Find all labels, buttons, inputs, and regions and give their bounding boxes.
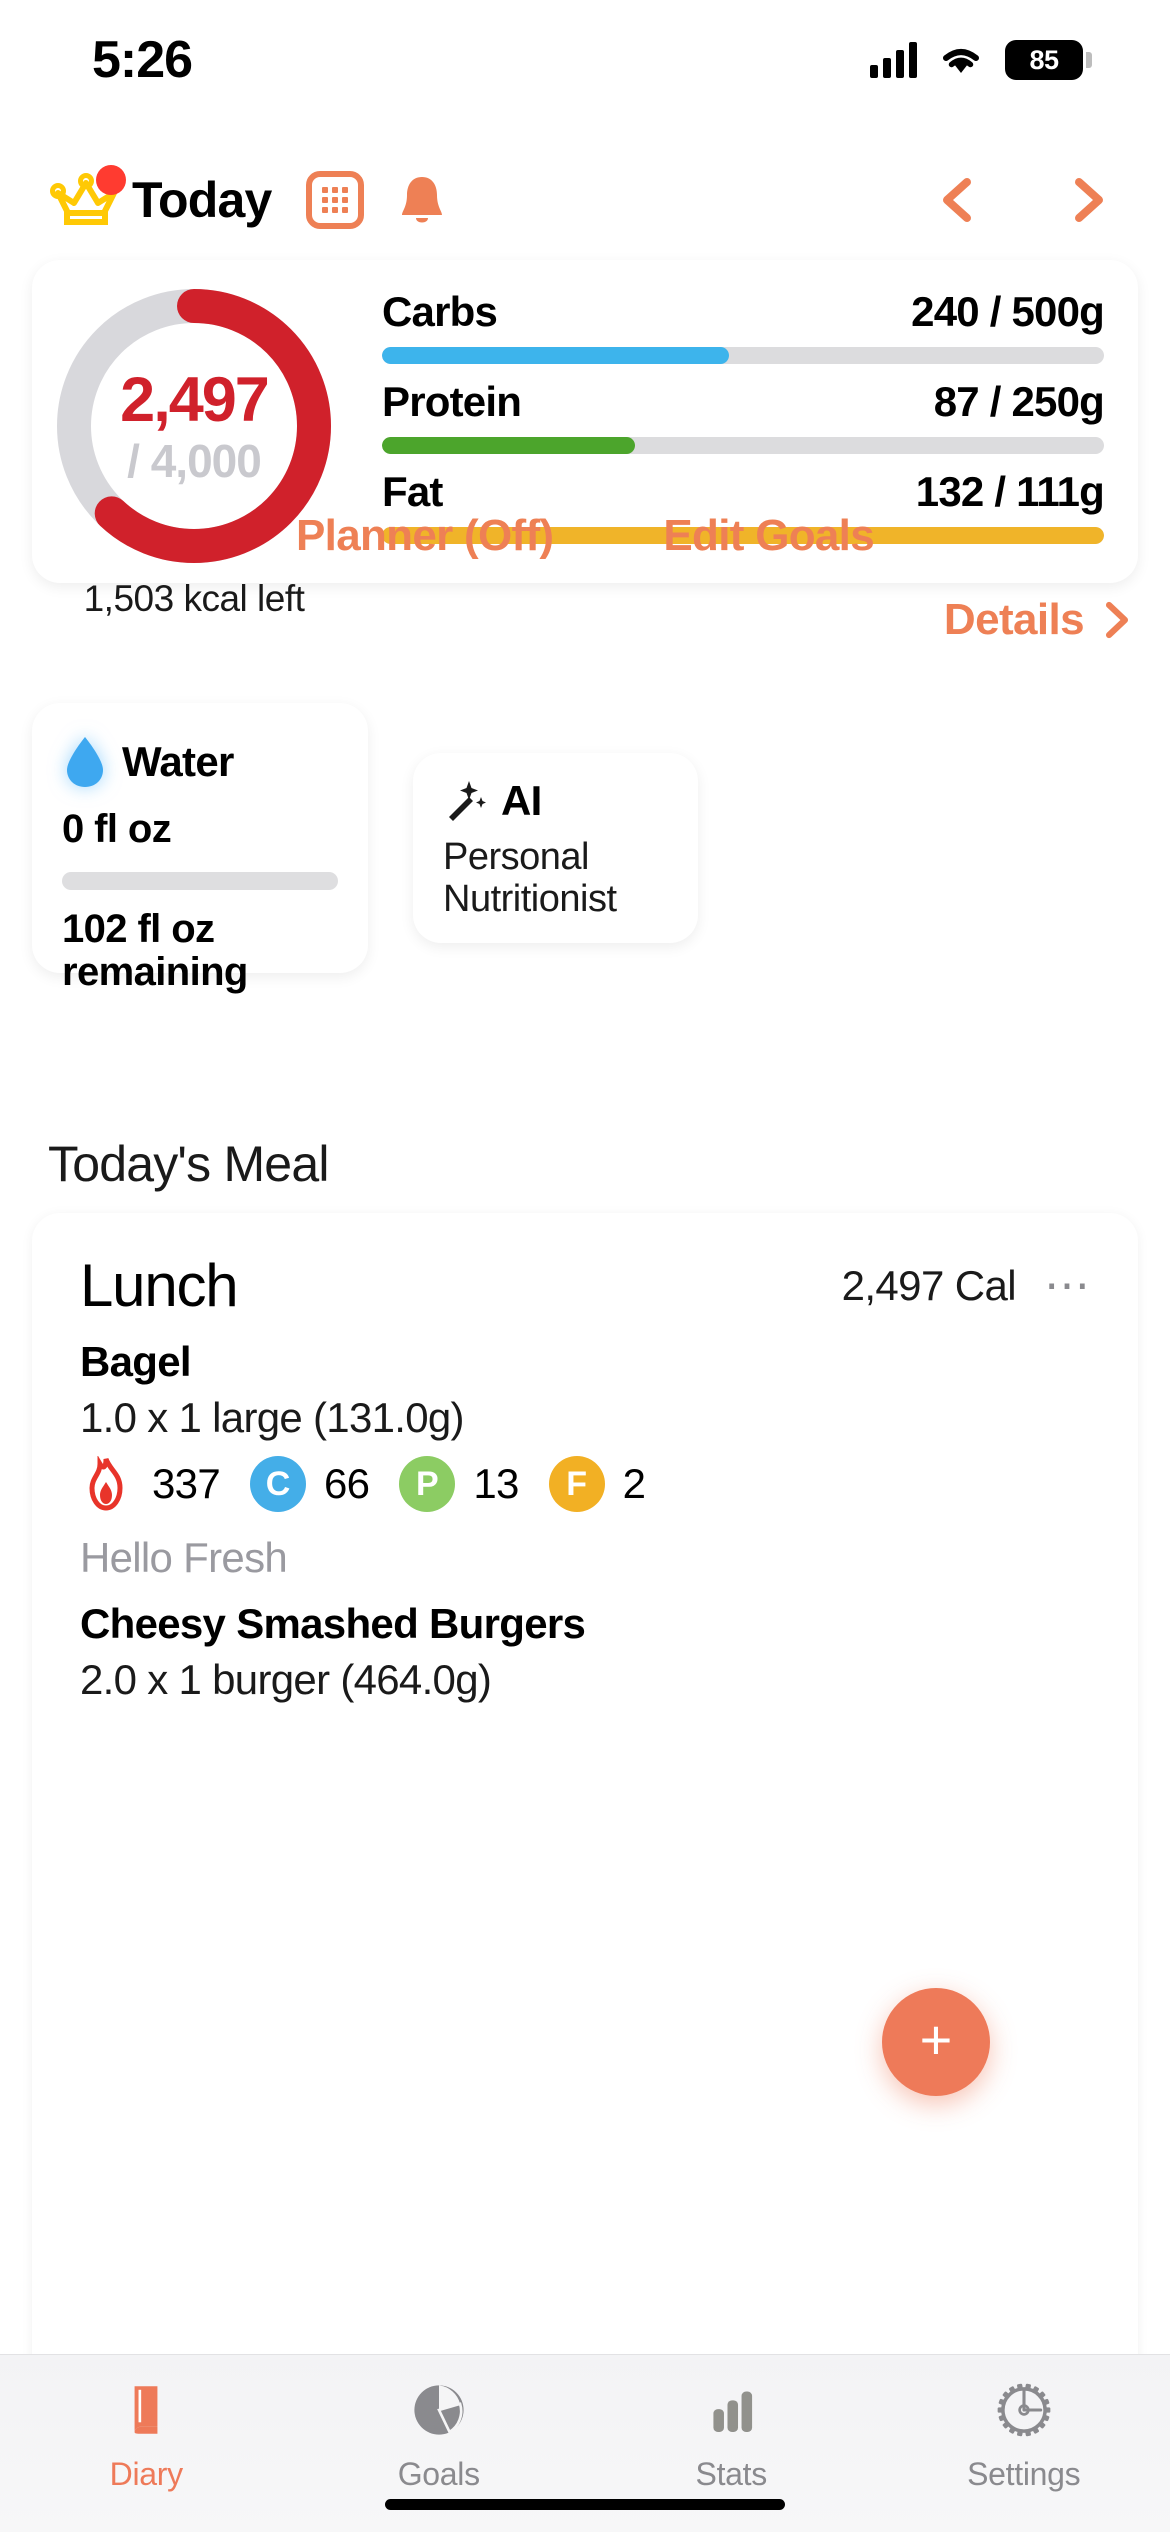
page-title: Today <box>132 172 272 228</box>
ellipsis-icon[interactable]: ⋯ <box>1044 1262 1094 1307</box>
food-macro-row: 337 C 66 P 13 F 2 <box>32 1442 1138 1512</box>
food-name: Cheesy Smashed Burgers <box>80 1600 586 1647</box>
status-bar-time: 5:26 <box>92 31 193 89</box>
food-serving: 1.0 x 1 large (131.0g) <box>80 1394 465 1441</box>
plus-icon: + <box>919 2008 953 2071</box>
battery-level: 85 <box>1029 44 1059 75</box>
tab-label: Stats <box>695 2456 768 2492</box>
chevron-right-icon <box>1075 178 1103 222</box>
macro-goal: / 111g <box>994 468 1104 515</box>
water-drop-icon <box>67 737 103 787</box>
ai-title: AI <box>501 777 542 824</box>
protein-badge: P <box>399 1456 456 1512</box>
ai-subtitle: Personal Nutritionist <box>443 836 617 920</box>
water-remaining: 102 fl oz remaining <box>62 907 248 995</box>
macro-value: 132 <box>915 468 984 515</box>
summary-actions: Planner (Off) Edit Goals <box>32 511 1138 561</box>
bell-icon[interactable] <box>394 171 450 229</box>
chevron-left-icon <box>943 178 971 222</box>
details-label: Details <box>943 595 1085 644</box>
sparkle-wand-icon <box>449 781 486 821</box>
tab-diary[interactable]: Diary <box>0 2355 293 2532</box>
app-screen: 5:26 85 Today 2,497 / 4,000 1,503 kcal l… <box>0 0 1170 2532</box>
planner-button[interactable]: Planner (Off) <box>296 511 554 561</box>
tab-label: Settings <box>967 2456 1081 2492</box>
premium-crown-button[interactable] <box>48 165 126 231</box>
flame-icon <box>89 1456 123 1511</box>
tab-settings[interactable]: Settings <box>878 2355 1170 2532</box>
nav-bar: Today <box>0 155 1170 245</box>
wifi-icon <box>939 43 983 77</box>
home-indicator <box>385 2499 785 2510</box>
calendar-icon[interactable] <box>305 171 364 229</box>
bar-chart-icon <box>698 2377 764 2443</box>
tab-label: Goals <box>397 2456 480 2492</box>
tab-label: Diary <box>109 2456 183 2492</box>
macro-row-protein: Protein 87 / 250g <box>382 378 1105 454</box>
cellular-signal-icon <box>870 42 917 78</box>
meal-card: Lunch 2,497 Cal ⋯ Bagel 1.0 x 1 large (1… <box>32 1213 1138 2393</box>
water-title: Water <box>122 738 234 785</box>
details-button[interactable]: Details <box>944 595 1132 645</box>
food-carbs: 66 <box>323 1460 370 1507</box>
gear-icon <box>991 2377 1057 2443</box>
notification-dot <box>96 165 126 195</box>
todays-meal-heading: Today's Meal <box>48 1136 329 1192</box>
meal-calories: 2,497 Cal <box>841 1261 1017 1309</box>
battery-icon: 85 <box>1005 40 1092 80</box>
food-fat: 2 <box>622 1460 646 1507</box>
macro-goal: / 250g <box>989 378 1105 425</box>
macro-label: Carbs <box>382 288 498 335</box>
water-amount: 0 fl oz <box>62 807 172 851</box>
next-day-button[interactable] <box>1062 175 1112 225</box>
macro-progress-fill <box>382 347 729 364</box>
food-name: Bagel <box>80 1338 192 1385</box>
food-protein: 13 <box>473 1460 519 1507</box>
carbs-badge: C <box>249 1456 306 1512</box>
fat-badge: F <box>548 1456 605 1512</box>
calories-goal: / 4,000 <box>127 434 262 487</box>
macro-value: 240 <box>911 288 979 335</box>
chevron-right-icon <box>1105 601 1129 639</box>
list-item[interactable]: Hello Fresh Cheesy Smashed Burgers 2.0 x… <box>32 1512 1138 1704</box>
add-food-button[interactable]: + <box>882 1988 990 2096</box>
ai-nutritionist-card[interactable]: AI Personal Nutritionist <box>413 753 698 943</box>
previous-day-button[interactable] <box>934 175 984 225</box>
water-progress-track <box>62 872 338 890</box>
list-item[interactable]: Bagel 1.0 x 1 large (131.0g) 337 C 66 P … <box>32 1320 1138 1512</box>
status-bar-indicators: 85 <box>870 40 1092 80</box>
macro-progress-fill <box>382 437 635 454</box>
meal-title: Lunch <box>80 1252 239 1319</box>
status-bar: 5:26 85 <box>0 0 1170 120</box>
book-icon <box>113 2377 179 2443</box>
calories-left-label: 1,503 kcal left <box>83 578 305 619</box>
macro-label: Fat <box>382 468 443 515</box>
food-calories: 337 <box>152 1460 221 1507</box>
macro-row-carbs: Carbs 240 / 500g <box>382 288 1105 364</box>
macro-goal: / 500g <box>989 288 1105 335</box>
edit-goals-button[interactable]: Edit Goals <box>663 511 874 561</box>
macro-label: Protein <box>382 378 522 425</box>
macro-value: 87 <box>933 378 980 425</box>
food-serving: 2.0 x 1 burger (464.0g) <box>80 1656 492 1703</box>
pie-chart-icon <box>406 2377 472 2443</box>
calories-consumed: 2,497 <box>120 364 270 435</box>
water-card[interactable]: Water 0 fl oz 102 fl oz remaining <box>32 703 368 994</box>
calorie-summary-card: 2,497 / 4,000 1,503 kcal left Carbs 240 … <box>32 260 1138 619</box>
food-provider: Hello Fresh <box>80 1534 288 1581</box>
